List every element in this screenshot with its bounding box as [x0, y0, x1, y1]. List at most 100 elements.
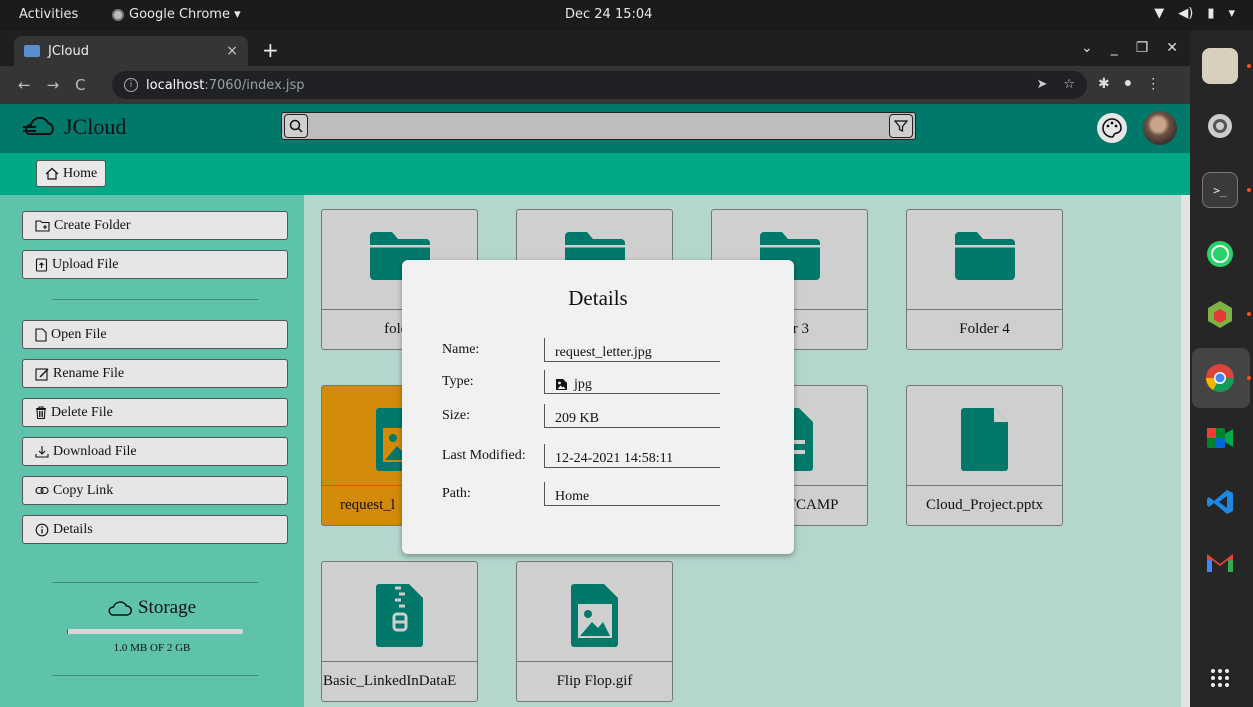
file-card[interactable]: Folder 4	[906, 209, 1063, 350]
send-icon[interactable]: ➤	[1036, 77, 1047, 92]
chevron-down-icon: ▾	[1228, 6, 1235, 21]
url-path: :7060/index.jsp	[204, 77, 305, 93]
maximize-icon[interactable]: ❐	[1136, 40, 1149, 56]
open-file-button[interactable]: Open File	[22, 320, 288, 349]
details-button[interactable]: Details	[22, 515, 288, 544]
delete-file-button[interactable]: Delete File	[22, 398, 288, 427]
window-controls: ⌄ _ ❐ ✕	[1081, 40, 1178, 56]
file-icon	[35, 327, 47, 342]
profile-icon[interactable]: ●	[1124, 76, 1132, 93]
chrome-app-icon[interactable]	[1202, 360, 1238, 396]
dialog-title: Details	[568, 286, 628, 310]
file-name: Basic_LinkedInDataE	[322, 661, 477, 701]
tab-search-icon[interactable]: ⌄	[1081, 40, 1093, 56]
meet-app-icon[interactable]	[1202, 420, 1238, 456]
app-menu-label: Google Chrome ▾	[129, 7, 241, 22]
back-button[interactable]: ←	[18, 76, 31, 94]
zip-file-icon	[375, 584, 423, 647]
clock[interactable]: Dec 24 15:04	[565, 7, 652, 22]
filter-button[interactable]	[889, 114, 913, 138]
extensions-icon[interactable]: ✱	[1098, 76, 1110, 93]
url-host: localhost	[146, 77, 205, 93]
download-file-button[interactable]: Download File	[22, 437, 288, 466]
new-tab-button[interactable]: +	[262, 38, 279, 62]
detail-label: Path:	[442, 486, 471, 501]
browser-tab[interactable]: JCloud ×	[14, 36, 248, 66]
details-dialog: Details Name: request_letter.jpg Type: j…	[402, 260, 794, 554]
terminal-app-icon[interactable]: >_	[1202, 172, 1238, 208]
cloud-icon	[23, 116, 54, 135]
whatsapp-app-icon[interactable]	[1202, 236, 1238, 272]
detail-label: Size:	[442, 408, 470, 423]
file-name: Cloud_Project.pptx	[907, 485, 1062, 525]
tab-title: JCloud	[48, 43, 89, 59]
detail-modified-value: 12-24-2021 14:58:11	[544, 444, 720, 468]
breadcrumb-home-label: Home	[63, 165, 98, 181]
app-menu[interactable]: Google Chrome ▾	[112, 7, 241, 22]
sidebar: Create Folder Upload File Open File Rena…	[0, 195, 304, 707]
detail-row-type: Type: jpg	[442, 370, 782, 396]
system-tray[interactable]: ▼ ◀) ▮ ▾	[1154, 6, 1235, 21]
search-bar	[281, 112, 916, 140]
info-icon[interactable]: i	[124, 78, 138, 92]
favicon-icon	[24, 45, 40, 57]
qt-app-icon[interactable]	[1202, 296, 1238, 332]
breadcrumb-home-button[interactable]: Home	[36, 160, 107, 187]
vscode-app-icon[interactable]	[1202, 484, 1238, 520]
folder-icon	[954, 232, 1015, 280]
sidebar-divider	[52, 582, 258, 583]
copy-link-button[interactable]: Copy Link	[22, 476, 288, 505]
image-file-icon	[570, 584, 618, 647]
theme-palette-button[interactable]	[1097, 113, 1127, 143]
app-logo[interactable]: JCloud	[22, 114, 126, 140]
show-apps-grid-icon[interactable]	[1202, 660, 1238, 696]
detail-path-value: Home	[544, 482, 720, 506]
detail-type-text: jpg	[574, 376, 592, 392]
reload-button[interactable]: C	[75, 76, 85, 94]
search-button[interactable]	[284, 114, 308, 138]
file-card[interactable]: Flip Flop.gif	[516, 561, 673, 702]
user-avatar[interactable]	[1143, 111, 1177, 145]
storage-progress-bar	[67, 629, 243, 634]
address-bar[interactable]: i localhost:7060/index.jsp ➤ ☆	[112, 71, 1087, 99]
detail-label: Type:	[442, 374, 474, 389]
minimize-icon[interactable]: _	[1111, 40, 1118, 56]
file-name: Folder 4	[907, 309, 1062, 349]
forward-button[interactable]: →	[47, 76, 60, 94]
upload-file-button[interactable]: Upload File	[22, 250, 288, 279]
settings-app-icon[interactable]	[1202, 108, 1238, 144]
link-icon	[35, 486, 49, 495]
detail-row-size: Size: 209 KB	[442, 404, 782, 430]
scrollbar[interactable]	[1181, 195, 1190, 707]
create-folder-button[interactable]: Create Folder	[22, 211, 288, 240]
chrome-icon	[112, 8, 124, 21]
search-icon	[289, 119, 303, 133]
file-card[interactable]: Cloud_Project.pptx	[906, 385, 1063, 526]
close-tab-icon[interactable]: ×	[226, 43, 238, 59]
rename-file-label: Rename File	[53, 365, 125, 381]
download-icon	[35, 446, 49, 458]
sidebar-divider	[52, 675, 258, 676]
file-card[interactable]: Basic_LinkedInDataE	[321, 561, 478, 702]
bookmark-star-icon[interactable]: ☆	[1063, 77, 1075, 92]
menu-kebab-icon[interactable]: ⋮	[1146, 76, 1160, 93]
files-app-icon[interactable]	[1202, 48, 1238, 84]
browser-tab-strip: JCloud × + ⌄ _ ❐ ✕	[0, 30, 1190, 66]
edit-icon	[35, 367, 49, 381]
upload-file-label: Upload File	[52, 256, 119, 272]
breadcrumb: Home	[0, 153, 1190, 195]
browser-toolbar: ← → C i localhost:7060/index.jsp ➤ ☆ ✱ ●…	[0, 66, 1190, 104]
battery-icon: ▮	[1207, 6, 1215, 21]
gmail-app-icon[interactable]	[1202, 544, 1238, 580]
ubuntu-dock: >_	[1190, 30, 1253, 707]
volume-icon: ◀)	[1178, 6, 1194, 21]
rename-file-button[interactable]: Rename File	[22, 359, 288, 388]
search-input[interactable]	[314, 115, 874, 137]
detail-name-value: request_letter.jpg	[544, 338, 720, 362]
activities-button[interactable]: Activities	[19, 7, 78, 22]
trash-icon	[36, 406, 46, 419]
home-icon	[45, 167, 59, 180]
close-window-icon[interactable]: ✕	[1166, 40, 1178, 56]
detail-row-name: Name: request_letter.jpg	[442, 338, 782, 364]
sidebar-divider	[52, 299, 258, 300]
